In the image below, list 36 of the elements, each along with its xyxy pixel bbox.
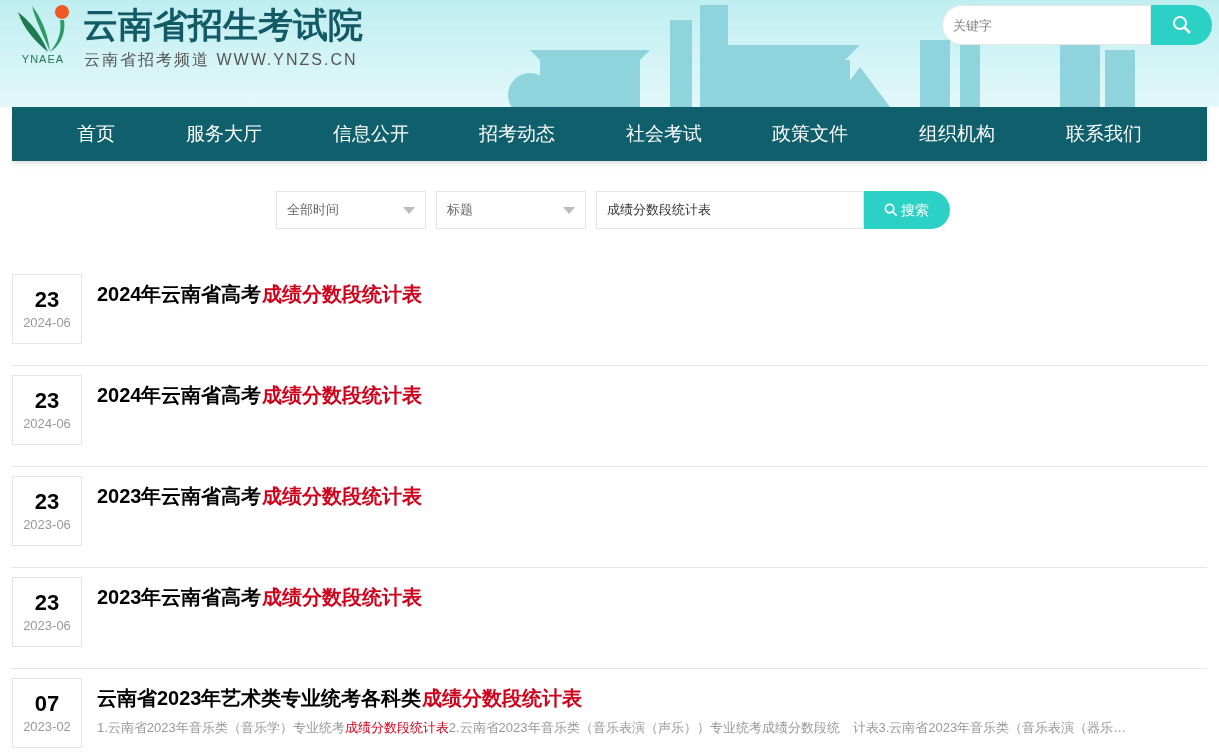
logo-caption: YNAEA (21, 54, 65, 65)
date-day: 23 (34, 387, 60, 415)
keyword-search-field[interactable]: 关键字 (942, 5, 1151, 45)
result-snippet: 1.云南省2023年音乐类（音乐学）专业统考成绩分数段统计表2.云南省2023年音乐类（音乐表演（声乐））专业统考成绩分数段统 计表3.云南省2023年音乐类（音乐表演（器乐… (97, 719, 1127, 737)
date-month: 2023-06 (23, 617, 71, 635)
query-input-field[interactable]: 成绩分数段统计表 (595, 191, 864, 229)
caret-icon (562, 206, 575, 214)
result-title-link[interactable]: 2024年云南省高考成绩分数段统计表 (97, 382, 422, 408)
date-day: 23 (34, 286, 60, 314)
site-subtitle: 云南省招考频道 WWW.YNZS.CN (84, 50, 358, 70)
nav-link[interactable]: 联系我们 (1065, 119, 1142, 149)
caret-icon (402, 206, 415, 214)
date-month: 2023-06 (23, 516, 71, 534)
date-day: 23 (34, 589, 60, 617)
date-month: 2024-06 (23, 314, 71, 332)
search-icon (1171, 15, 1192, 35)
nav-link[interactable]: 社会考试 (625, 119, 702, 149)
nav-link[interactable]: 服务大厅 (185, 119, 262, 149)
result-title-link[interactable]: 2023年云南省高考成绩分数段统计表 (97, 483, 422, 509)
dropdown-select[interactable]: 全部时间 (275, 191, 426, 229)
result-title-link[interactable]: 云南省2023年艺术类专业统考各科类成绩分数段统计表 (97, 685, 1127, 711)
nav-link[interactable]: 信息公开 (332, 119, 409, 149)
nav-link[interactable]: 首页 (77, 119, 116, 149)
search-icon (884, 203, 898, 217)
date-day: 07 (34, 690, 60, 718)
result-title-link[interactable]: 2023年云南省高考成绩分数段统计表 (97, 584, 422, 610)
search-button[interactable] (1151, 5, 1212, 45)
result-title-link[interactable]: 2024年云南省高考成绩分数段统计表 (97, 281, 422, 307)
site-title: 云南省招生考试院 (83, 4, 363, 46)
nav-link[interactable]: 政策文件 (772, 119, 849, 149)
dropdown-select[interactable]: 标题 (435, 191, 586, 229)
nav-link[interactable]: 招考动态 (479, 119, 556, 149)
nav-link[interactable]: 组织机构 (919, 119, 996, 149)
date-day: 23 (34, 488, 60, 516)
date-month: 2023-02 (23, 718, 71, 736)
date-month: 2024-06 (23, 415, 71, 433)
